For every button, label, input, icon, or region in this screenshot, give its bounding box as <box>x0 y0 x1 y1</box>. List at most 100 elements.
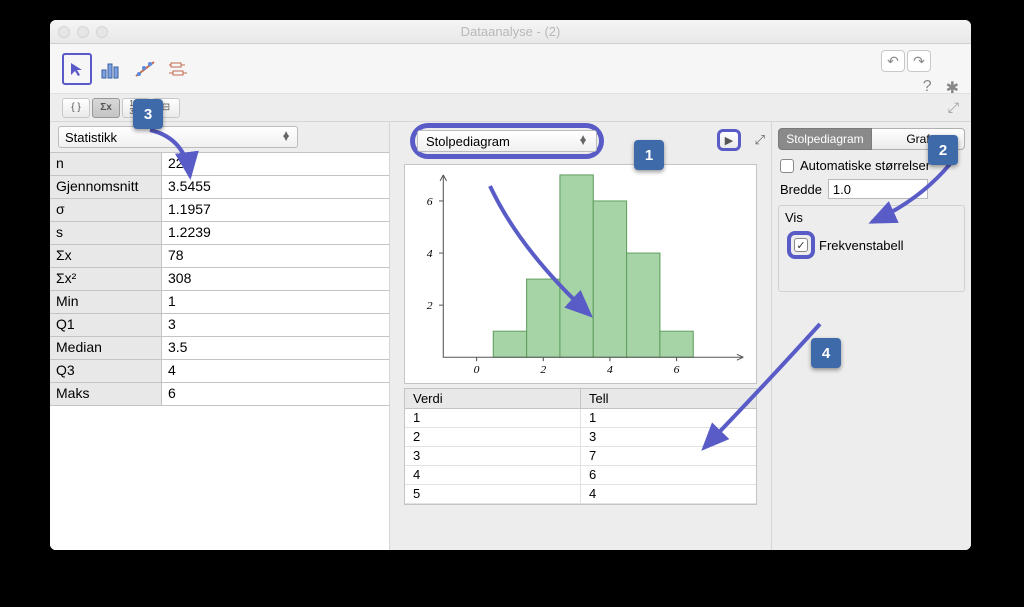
stats-value: 4 <box>162 360 389 382</box>
freq-count: 4 <box>581 485 756 503</box>
freq-value: 3 <box>405 447 581 465</box>
bar-chart-icon[interactable] <box>96 53 126 85</box>
chevron-updown-icon: ▲▼ <box>281 133 291 141</box>
auto-sizes-label: Automatiske størrelser <box>800 158 930 173</box>
stats-label: n <box>50 153 162 175</box>
stats-value: 3.5455 <box>162 176 389 198</box>
stats-label: Σx² <box>50 268 162 290</box>
callout-2: 2 <box>928 135 958 165</box>
content-area: Statistikk ▲▼ n22Gjennomsnitt3.5455σ1.19… <box>50 122 971 550</box>
width-label: Bredde <box>780 182 822 197</box>
frequency-label: Frekvenstabell <box>819 238 904 253</box>
stats-value: 3 <box>162 314 389 336</box>
stats-row: Median3.5 <box>50 337 389 360</box>
stats-row: Σx78 <box>50 245 389 268</box>
stats-value: 3.5 <box>162 337 389 359</box>
stats-label: Median <box>50 337 162 359</box>
cursor-tool-icon[interactable] <box>62 53 92 85</box>
stats-value: 1.1957 <box>162 199 389 221</box>
statistics-table: n22Gjennomsnitt3.5455σ1.1957s1.2239Σx78Σ… <box>50 152 389 406</box>
svg-text:0: 0 <box>474 364 480 376</box>
stats-row: s1.2239 <box>50 222 389 245</box>
statistics-panel: Statistikk ▲▼ n22Gjennomsnitt3.5455σ1.19… <box>50 122 390 550</box>
stats-row: Q13 <box>50 314 389 337</box>
chart-type-label: Stolpediagram <box>426 134 510 149</box>
frequency-table: Verdi Tell 1123374654 <box>404 388 757 505</box>
freq-value: 1 <box>405 409 581 427</box>
frequency-row: 11 <box>405 409 756 428</box>
stats-row: σ1.1957 <box>50 199 389 222</box>
stats-row: Q34 <box>50 360 389 383</box>
undo-button[interactable]: ↶ <box>881 50 905 72</box>
frequency-row: 54 <box>405 485 756 504</box>
stats-label: Q1 <box>50 314 162 336</box>
app-window: Dataanalyse - (2) ↶ ↷ ? ✱ { } Σx 123345 … <box>50 20 971 550</box>
scatter-icon[interactable] <box>130 53 160 85</box>
callout-3: 3 <box>133 99 163 129</box>
stats-label: Maks <box>50 383 162 405</box>
vis-group-label: Vis <box>785 210 958 225</box>
stats-label: Min <box>50 291 162 313</box>
freq-value: 5 <box>405 485 581 503</box>
chart-panel: Stolpediagram ▲▼ ▶ ⤢ 2460246 Verdi Tell … <box>390 122 771 550</box>
freq-count: 6 <box>581 466 756 484</box>
statistics-dropdown[interactable]: Statistikk ▲▼ <box>58 126 298 148</box>
svg-text:4: 4 <box>427 248 433 260</box>
sigma-tool[interactable]: Σx <box>92 98 120 118</box>
svg-text:4: 4 <box>607 364 613 376</box>
stats-label: Σx <box>50 245 162 267</box>
main-toolbar: ↶ ↷ ? ✱ <box>50 44 971 94</box>
sub-toolbar: { } Σx 123345 ⊟ ⤢ <box>50 94 971 122</box>
statistics-dropdown-label: Statistikk <box>65 130 117 145</box>
stats-value: 308 <box>162 268 389 290</box>
frequency-row: 23 <box>405 428 756 447</box>
svg-text:6: 6 <box>427 196 433 208</box>
frequency-row: 37 <box>405 447 756 466</box>
stats-value: 78 <box>162 245 389 267</box>
stats-value: 22 <box>162 153 389 175</box>
stats-row: Maks6 <box>50 383 389 406</box>
freq-count: 7 <box>581 447 756 465</box>
bar-chart[interactable]: 2 4 6 0 2 4 6 <box>404 164 757 384</box>
callout-4: 4 <box>811 338 841 368</box>
stats-value: 1.2239 <box>162 222 389 244</box>
chart-type-dropdown[interactable]: Stolpediagram ▲▼ <box>417 130 597 152</box>
stats-label: Gjennomsnitt <box>50 176 162 198</box>
titlebar: Dataanalyse - (2) <box>50 20 971 44</box>
redo-button[interactable]: ↷ <box>907 50 931 72</box>
chevron-updown-icon: ▲▼ <box>578 137 588 145</box>
window-title: Dataanalyse - (2) <box>50 24 971 39</box>
options-panel: Stolpediagram Graf Automatiske størrelse… <box>771 122 971 550</box>
svg-text:6: 6 <box>674 364 680 376</box>
panel-toggle-icon[interactable]: ⤢ <box>948 99 959 116</box>
stats-label: σ <box>50 199 162 221</box>
stats-row: n22 <box>50 153 389 176</box>
width-input[interactable] <box>828 179 928 199</box>
stats-value: 1 <box>162 291 389 313</box>
frequency-checkbox[interactable]: ✓ <box>794 238 808 252</box>
freq-header-count: Tell <box>581 389 756 408</box>
expand-icon[interactable]: ⤢ <box>755 132 765 148</box>
stats-label: s <box>50 222 162 244</box>
stats-row: Gjennomsnitt3.5455 <box>50 176 389 199</box>
frequency-checkbox-highlight: ✓ <box>787 231 815 259</box>
stats-row: Min1 <box>50 291 389 314</box>
callout-1: 1 <box>634 140 664 170</box>
svg-text:2: 2 <box>427 300 433 312</box>
chart-type-highlight: Stolpediagram ▲▼ <box>410 123 604 159</box>
freq-value: 2 <box>405 428 581 446</box>
stats-value: 6 <box>162 383 389 405</box>
frequency-row: 46 <box>405 466 756 485</box>
svg-text:2: 2 <box>540 364 546 376</box>
auto-sizes-checkbox[interactable] <box>780 159 794 173</box>
freq-value: 4 <box>405 466 581 484</box>
play-button[interactable]: ▶ <box>717 129 741 151</box>
parentheses-tool[interactable]: { } <box>62 98 90 118</box>
freq-count: 1 <box>581 409 756 427</box>
stats-label: Q3 <box>50 360 162 382</box>
boxplot-icon[interactable] <box>164 53 194 85</box>
freq-count: 3 <box>581 428 756 446</box>
stats-row: Σx²308 <box>50 268 389 291</box>
tab-stolpediagram[interactable]: Stolpediagram <box>778 128 872 150</box>
freq-header-value: Verdi <box>405 389 581 408</box>
